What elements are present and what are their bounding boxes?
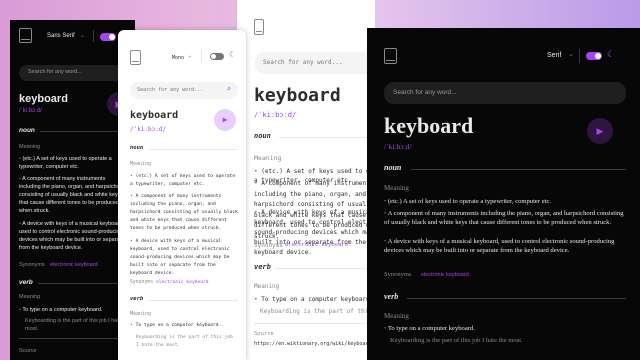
definition-item: • A device with keys of a musical keyboa… xyxy=(19,221,125,251)
definition-item: • A component of many instruments includ… xyxy=(19,176,125,214)
verb-example: Keyboarding is the part of this job I ha… xyxy=(136,335,233,348)
font-selector-value[interactable]: Mono xyxy=(172,55,184,61)
synonym-link[interactable]: electronic keyboard xyxy=(156,280,209,285)
divider xyxy=(411,169,626,170)
search-placeholder: Search for any word... xyxy=(28,69,82,75)
divider xyxy=(148,149,238,150)
meaning-label: Meaning xyxy=(19,144,41,150)
definition-item: • (etc.) A set of keys used to operate a… xyxy=(130,174,236,187)
phonetic: /ˈkiːbɔːd/ xyxy=(254,111,297,119)
source-label: Source xyxy=(19,348,37,354)
synonym-link[interactable]: electronic keyboard xyxy=(285,242,348,248)
search-input[interactable]: Search for any word... xyxy=(255,52,375,74)
header-divider xyxy=(201,50,202,62)
font-selector-value[interactable]: Serif xyxy=(547,52,561,59)
search-placeholder: Search for any word... xyxy=(263,59,343,66)
divider xyxy=(148,300,238,301)
moon-icon[interactable]: ☾ xyxy=(229,50,234,59)
pos-noun: noun xyxy=(130,145,144,151)
definition-item: • A component of many instruments includ… xyxy=(130,194,238,231)
verb-example: Keyboarding is the part of this job I ha… xyxy=(260,308,375,315)
search-placeholder: Search for any word... xyxy=(137,87,204,93)
synonyms-label: Synonyms xyxy=(384,271,412,278)
pos-noun: noun xyxy=(384,163,402,172)
synonym-link[interactable]: electronic keyboard xyxy=(421,272,469,278)
header-divider xyxy=(579,49,580,63)
panel-dark-sans: Sans Serif ⌄ ☾ Search for any word... ke… xyxy=(10,20,135,360)
panel-light-mono-small: Mono ⌄ ☾ Search for any word... ⌕ keyboa… xyxy=(118,30,246,360)
verb-definition: • To type on a computer keyboard. xyxy=(384,325,475,332)
book-logo-icon xyxy=(19,28,32,43)
synonyms-label: Synonyms xyxy=(254,242,283,249)
pos-verb: verb xyxy=(130,296,144,302)
synonyms-label: Synonyms xyxy=(130,280,154,285)
verb-example: Keyboarding is the part of this job I ha… xyxy=(390,337,523,344)
verb-definition: • To type on a computer keyboard. xyxy=(130,323,222,328)
phonetic: /ˈkiːbɔːd/ xyxy=(19,108,42,114)
theme-toggle[interactable] xyxy=(586,52,602,60)
theme-toggle[interactable] xyxy=(100,33,116,41)
source-label: Source xyxy=(254,331,274,337)
meaning-label: Meaning xyxy=(130,161,152,167)
divider xyxy=(275,268,375,269)
synonym-link[interactable]: electronic keyboard xyxy=(50,262,98,268)
verb-definition: • To type on a computer keyboard. xyxy=(19,307,103,313)
search-input[interactable]: Search for any word... xyxy=(384,82,626,104)
definition-item: • (etc.) A set of keys used to operate a… xyxy=(19,156,112,170)
verb-example: Keyboarding is the part of this job I ha… xyxy=(25,318,132,332)
chevron-down-icon[interactable]: ⌄ xyxy=(188,52,192,59)
definition-item: • A device with keys of a musical keyboa… xyxy=(130,239,230,276)
phonetic: /ˈkiːbɔːd/ xyxy=(130,126,167,133)
meaning-label: Meaning xyxy=(254,154,282,162)
pos-verb: verb xyxy=(384,292,399,301)
panel-dark-serif: Serif ⌄ ☾ Search for any word... keyboar… xyxy=(367,28,640,360)
synonyms-label: Synonyms xyxy=(19,262,45,268)
divider xyxy=(254,323,375,324)
book-logo-icon xyxy=(130,50,141,65)
word-heading: keyboard xyxy=(19,93,68,105)
chevron-down-icon[interactable]: ⌄ xyxy=(568,50,574,58)
play-audio-button[interactable]: ▶ xyxy=(587,118,613,144)
definition-item: • (etc.) A set of keys used to operate a… xyxy=(384,198,552,205)
verb-definition: • To type on a computer keyboard. xyxy=(254,296,374,303)
font-selector-value[interactable]: Sans Serif xyxy=(47,33,75,39)
chevron-down-icon[interactable]: ⌄ xyxy=(80,32,85,39)
word-heading: keyboard xyxy=(254,85,341,106)
phonetic: /ˈkiːbɔːd/ xyxy=(384,142,412,151)
book-logo-icon xyxy=(254,19,264,35)
divider xyxy=(407,298,626,299)
meaning-label: Meaning xyxy=(254,283,280,290)
panel-light-mono-large: Mono Search for any word... keyboard /ˈk… xyxy=(237,0,375,360)
search-placeholder: Search for any word... xyxy=(393,89,457,96)
divider xyxy=(279,137,375,138)
meaning-label: Meaning xyxy=(384,184,409,192)
book-logo-icon xyxy=(384,48,397,64)
definition-item: • A component of many instruments includ… xyxy=(384,210,624,226)
pos-noun: noun xyxy=(19,127,35,134)
meaning-label: Meaning xyxy=(130,311,152,317)
pos-verb: verb xyxy=(254,263,271,271)
search-icon[interactable]: ⌕ xyxy=(227,85,231,93)
moon-icon[interactable]: ☾ xyxy=(607,49,615,60)
header-divider xyxy=(93,30,94,42)
search-input[interactable]: Search for any word... ⌕ xyxy=(130,82,238,99)
pos-noun: noun xyxy=(254,132,271,140)
source-link[interactable]: https://en.wiktionary.org/wiki/keyboard xyxy=(254,341,371,347)
definition-item: • A device with keys of a musical keyboa… xyxy=(254,209,375,256)
play-audio-button[interactable]: ▶ xyxy=(214,109,236,131)
theme-toggle[interactable] xyxy=(210,53,224,60)
definition-item: • A device with keys of a musical keyboa… xyxy=(384,238,615,254)
word-heading: keyboard xyxy=(384,113,474,138)
pos-verb: verb xyxy=(19,279,33,286)
meaning-label: Meaning xyxy=(19,294,41,300)
meaning-label: Meaning xyxy=(384,312,409,320)
word-heading: keyboard xyxy=(130,110,179,121)
